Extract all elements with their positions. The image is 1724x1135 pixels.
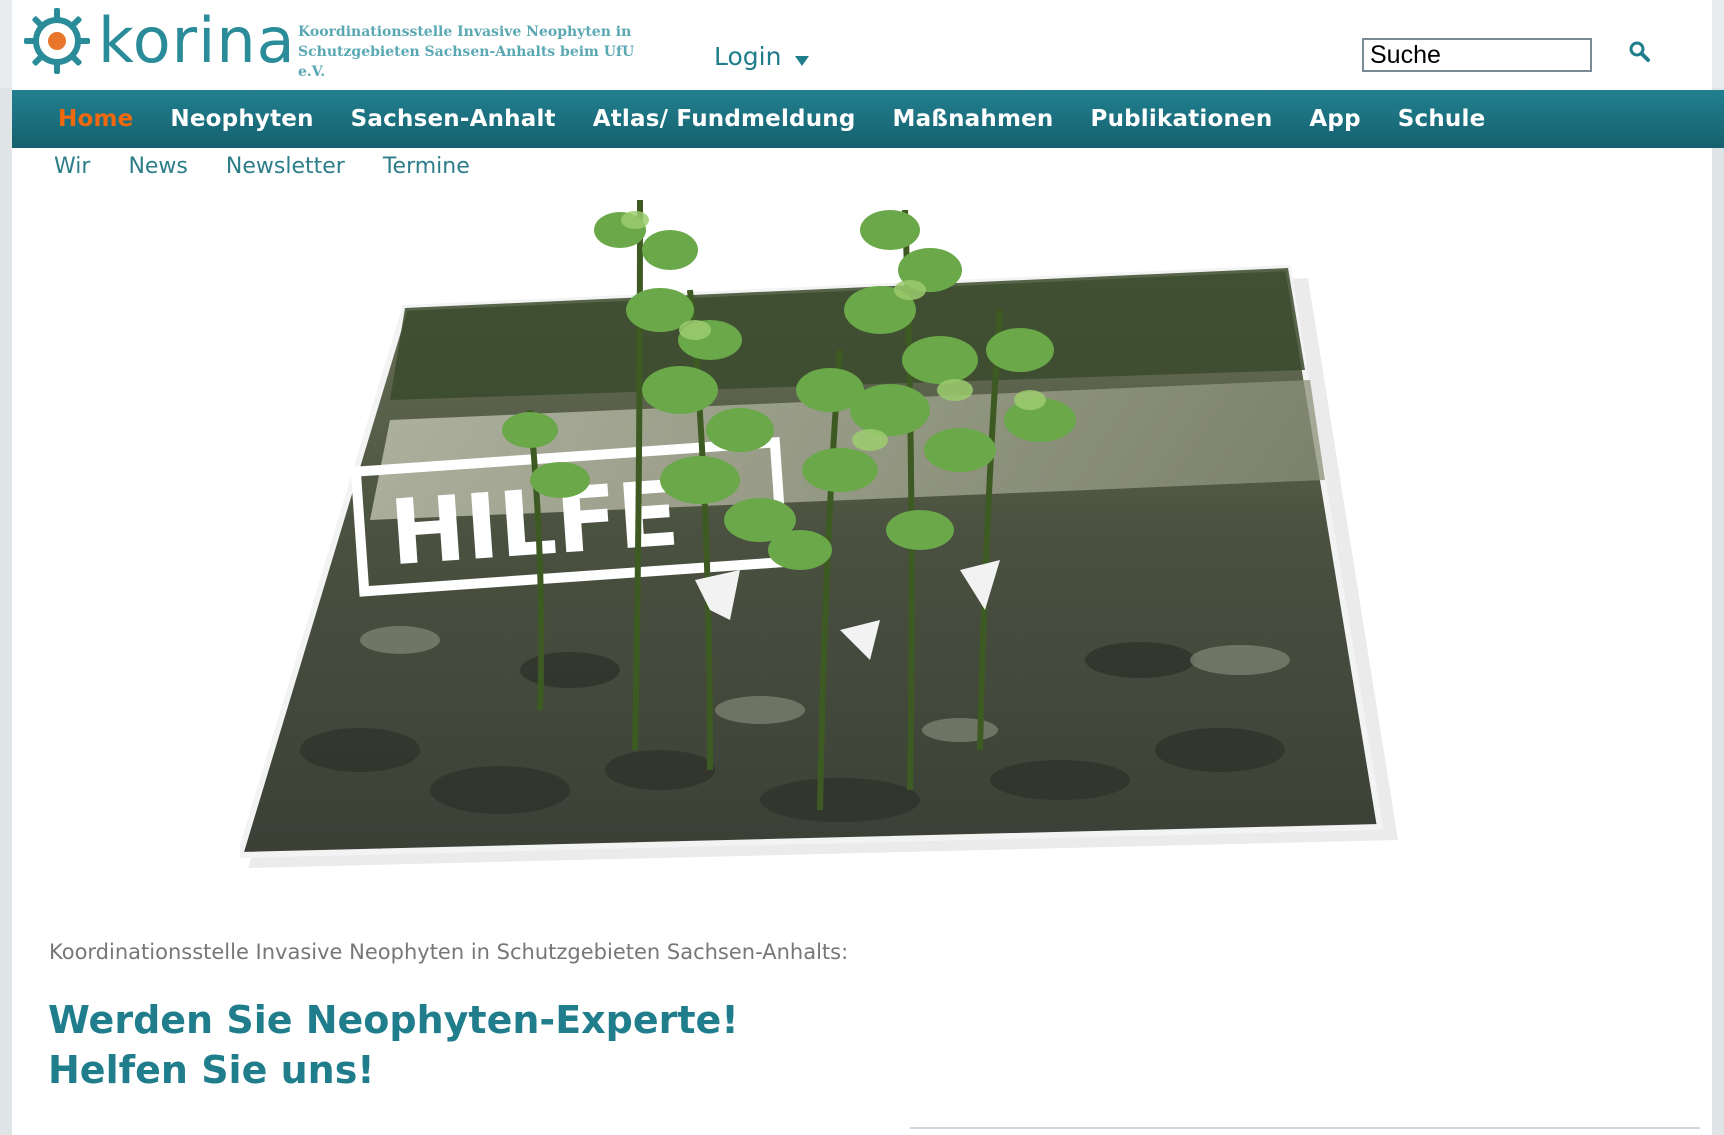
intro-text: Koordinationsstelle Invasive Neophyten i… — [49, 940, 849, 964]
login-label: Login — [714, 42, 782, 71]
subnav-item-newsletter[interactable]: Newsletter — [226, 154, 345, 179]
login-dropdown[interactable]: Login — [714, 42, 810, 71]
hero-image: HILFE — [240, 199, 1398, 868]
search-input[interactable] — [1362, 38, 1592, 72]
gear-logo-icon — [24, 8, 90, 74]
nav-item-schule[interactable]: Schule — [1398, 106, 1486, 132]
headline-line-2: Helfen Sie uns! — [48, 1048, 375, 1092]
subnav-item-termine[interactable]: Termine — [383, 154, 470, 179]
nav-item-atlas-fundmeldung[interactable]: Atlas/ Fundmeldung — [593, 106, 856, 132]
nav-item-neophyten[interactable]: Neophyten — [170, 106, 313, 132]
site-logo[interactable]: korina — [22, 6, 296, 76]
main-nav: Home Neophyten Sachsen-Anhalt Atlas/ Fun… — [12, 90, 1724, 148]
sub-nav: Wir News Newsletter Termine — [54, 154, 508, 179]
tagline-line-2: Schutzgebieten Sachsen-Anhalts beim UfU … — [298, 44, 635, 80]
subnav-item-wir[interactable]: Wir — [54, 154, 90, 179]
headline-line-1: Werden Sie Neophyten-Experte! — [48, 998, 739, 1042]
content-divider — [910, 1127, 1700, 1129]
page-headline: Werden Sie Neophyten-Experte! Helfen Sie… — [48, 995, 739, 1095]
nav-item-sachsen-anhalt[interactable]: Sachsen-Anhalt — [351, 106, 556, 132]
logo-wordmark: korina — [98, 4, 296, 77]
nav-item-app[interactable]: App — [1309, 106, 1360, 132]
subnav-item-news[interactable]: News — [128, 154, 187, 179]
nav-item-home[interactable]: Home — [58, 106, 133, 132]
search-icon[interactable] — [1628, 40, 1652, 64]
caret-down-icon — [795, 55, 810, 66]
logo-tagline: Koordinationsstelle Invasive Neophyten i… — [298, 22, 658, 82]
nav-item-massnahmen[interactable]: Maßnahmen — [893, 106, 1054, 132]
nav-item-publikationen[interactable]: Publikationen — [1091, 106, 1273, 132]
tagline-line-1: Koordinationsstelle Invasive Neophyten i… — [298, 24, 632, 40]
